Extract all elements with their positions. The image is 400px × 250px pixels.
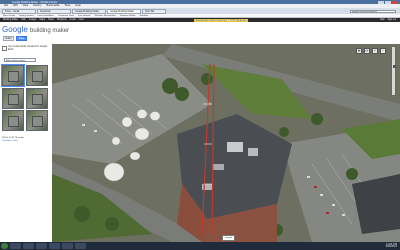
map-attribution: Google: [222, 235, 236, 241]
link-shopping[interactable]: Shopping: [57, 19, 67, 21]
building-address: WSYX & WTTE studio Columbus, Ohio: [2, 137, 48, 143]
rotate-icon[interactable]: ⟳: [364, 48, 370, 54]
photo-thumbnail[interactable]: [2, 110, 24, 131]
zoom-out-icon[interactable]: −: [380, 48, 386, 54]
taskbar-app-icon[interactable]: [49, 243, 60, 249]
logo-google: Google: [2, 25, 28, 34]
taskbar-app-icon[interactable]: [75, 243, 86, 249]
aerial-map-view[interactable]: ✥ ⟳ + − Google: [52, 44, 400, 242]
link-sign-out[interactable]: Sign out: [388, 19, 396, 21]
editor-toolbar: Editor Save: [3, 36, 27, 41]
link-help[interactable]: Help: [380, 19, 385, 21]
zoom-slider[interactable]: [391, 46, 396, 96]
taskbar-app-icon[interactable]: [62, 243, 73, 249]
photo-thumbnail[interactable]: [26, 110, 48, 131]
bookmark-item[interactable]: Latest Headlines: [38, 14, 54, 17]
navigation-controls: ✥ ⟳ + −: [338, 46, 394, 62]
bookmark-item[interactable]: Windows: [139, 14, 148, 17]
bookmark-item[interactable]: Windows Marketplace: [94, 14, 115, 17]
note-text: Your model will be checked for Google Ea…: [8, 46, 48, 51]
pan-icon[interactable]: ✥: [356, 48, 362, 54]
note-checkbox[interactable]: [2, 46, 7, 51]
aerial-imagery[interactable]: [52, 44, 400, 242]
link-images[interactable]: Images: [29, 19, 37, 21]
link-gmail[interactable]: Gmail: [70, 19, 76, 21]
zoom-in-icon[interactable]: +: [372, 48, 378, 54]
taskbar-app-icon[interactable]: [36, 243, 47, 249]
account-links: Help Sign out: [380, 19, 396, 21]
taskbar-app-icon[interactable]: [23, 243, 34, 249]
editor-button[interactable]: Editor: [3, 36, 15, 41]
bookmark-item[interactable]: Most Visited: [3, 14, 15, 17]
app-header: Google building maker Editor Save Choose…: [0, 22, 400, 56]
link-building-maker[interactable]: Building Maker: [3, 19, 18, 21]
link-more[interactable]: more: [79, 19, 84, 21]
bookmark-item[interactable]: Customize Links: [58, 14, 74, 17]
bookmark-item[interactable]: Free Hotmail: [78, 14, 91, 17]
taskbar: 11:04 PM 3/25/2013: [0, 242, 400, 250]
address-bar[interactable]: google.com/sketchup/bm/: [350, 9, 396, 13]
bookmark-item[interactable]: Getting Started: [19, 14, 34, 17]
google-building-maker-logo[interactable]: Google building maker: [2, 25, 69, 36]
bookmark-item[interactable]: Windows Media: [120, 14, 135, 17]
link-maps[interactable]: Maps: [39, 19, 45, 21]
save-button[interactable]: Save: [16, 36, 27, 41]
product-links: Building Maker Web Images Maps News Shop…: [3, 19, 84, 21]
logo-product: building maker: [30, 28, 70, 34]
photo-thumbnail[interactable]: [26, 87, 48, 109]
photo-thumbnails: [1, 64, 50, 131]
photo-sidebar: Your model will be checked for Google Ea…: [0, 44, 53, 242]
system-clock[interactable]: 11:04 PM 3/25/2013: [385, 243, 397, 250]
link-news[interactable]: News: [48, 19, 54, 21]
image-source-dropdown[interactable]: Add another images: [4, 58, 36, 62]
zoom-slider-knob[interactable]: [392, 65, 396, 68]
start-button[interactable]: [1, 243, 8, 249]
link-web[interactable]: Web: [21, 19, 26, 21]
clock-date: 3/25/2013: [385, 245, 397, 249]
sidebar-note: Your model will be checked for Google Ea…: [2, 46, 48, 52]
taskbar-app-icon[interactable]: [10, 243, 21, 249]
building-location-link[interactable]: Columbus, Ohio: [2, 140, 48, 143]
photo-thumbnail[interactable]: [2, 87, 24, 109]
photo-thumbnail[interactable]: [1, 64, 25, 87]
photo-thumbnail[interactable]: [26, 65, 48, 86]
